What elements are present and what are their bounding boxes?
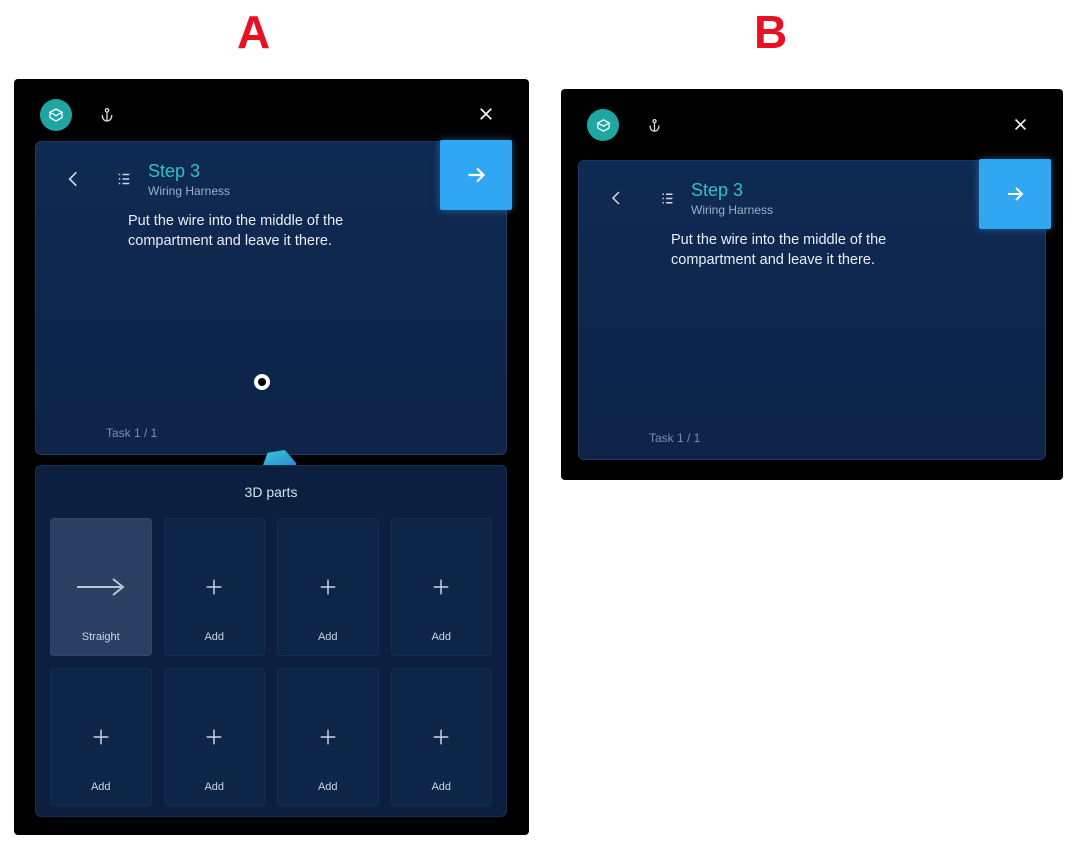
parts-tile-add[interactable]: Add <box>164 518 266 656</box>
parts-tile-add[interactable]: Add <box>50 668 152 806</box>
arrow-right-icon <box>73 575 129 599</box>
parts-grid: Straight Add Add Add Add Add Add Add <box>50 518 492 806</box>
toolbar-a <box>14 97 529 133</box>
task-counter: Task 1 / 1 <box>106 426 157 440</box>
plus-icon <box>317 726 339 748</box>
next-button[interactable] <box>979 159 1051 229</box>
instruction-text: Put the wire into the middle of the comp… <box>128 212 414 251</box>
gaze-cursor-icon <box>254 374 270 390</box>
toolbar-b <box>561 107 1063 143</box>
step-title: Step 3 <box>691 181 773 201</box>
plus-icon <box>203 576 225 598</box>
step-subtitle: Wiring Harness <box>691 203 773 217</box>
parts-card: 3D parts Straight Add Add Add Add Add Add Add <box>35 465 507 817</box>
step-title: Step 3 <box>148 162 230 182</box>
plus-icon <box>430 726 452 748</box>
box-icon[interactable] <box>587 109 619 141</box>
close-icon[interactable] <box>471 99 501 129</box>
tile-label: Add <box>204 781 224 793</box>
step-card-b: Step 3 Wiring Harness Put the wire into … <box>578 160 1046 460</box>
column-label-a: A <box>237 5 270 59</box>
plus-icon <box>90 726 112 748</box>
tile-label: Add <box>91 781 111 793</box>
plus-icon <box>203 726 225 748</box>
device-panel-a: Step 3 Wiring Harness Put the wire into … <box>14 79 529 835</box>
tile-label: Add <box>431 631 451 643</box>
step-header: Step 3 Wiring Harness <box>56 162 494 198</box>
step-header: Step 3 Wiring Harness <box>599 181 1033 217</box>
parts-tile-add[interactable]: Add <box>391 668 493 806</box>
step-card-a: Step 3 Wiring Harness Put the wire into … <box>35 141 507 455</box>
close-icon[interactable] <box>1005 109 1035 139</box>
outline-button[interactable] <box>651 181 683 215</box>
task-counter: Task 1 / 1 <box>649 431 700 445</box>
instruction-text: Put the wire into the middle of the comp… <box>671 231 953 270</box>
parts-tile-add[interactable]: Add <box>164 668 266 806</box>
anchor-icon[interactable] <box>641 112 667 138</box>
plus-icon <box>317 576 339 598</box>
outline-button[interactable] <box>108 162 140 196</box>
tile-label: Add <box>204 631 224 643</box>
parts-tile-add[interactable]: Add <box>277 668 379 806</box>
step-titles: Step 3 Wiring Harness <box>691 181 773 217</box>
tile-label: Add <box>318 631 338 643</box>
back-button[interactable] <box>56 162 90 196</box>
parts-tile-straight[interactable]: Straight <box>50 518 152 656</box>
parts-tile-add[interactable]: Add <box>277 518 379 656</box>
step-titles: Step 3 Wiring Harness <box>148 162 230 198</box>
parts-title: 3D parts <box>36 484 506 500</box>
device-panel-b: Step 3 Wiring Harness Put the wire into … <box>561 89 1063 480</box>
step-subtitle: Wiring Harness <box>148 184 230 198</box>
box-icon[interactable] <box>40 99 72 131</box>
tile-label: Add <box>431 781 451 793</box>
column-label-b: B <box>754 5 787 59</box>
tile-label: Straight <box>82 631 120 643</box>
tile-label: Add <box>318 781 338 793</box>
back-button[interactable] <box>599 181 633 215</box>
next-button[interactable] <box>440 140 512 210</box>
parts-tile-add[interactable]: Add <box>391 518 493 656</box>
plus-icon <box>430 576 452 598</box>
anchor-icon[interactable] <box>94 102 120 128</box>
